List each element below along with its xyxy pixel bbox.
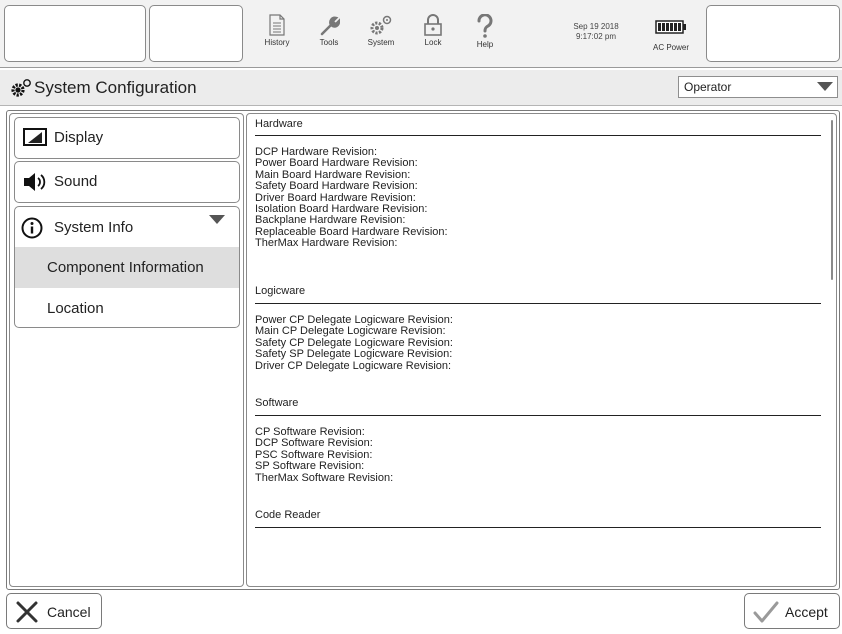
checkmark-icon [753, 601, 779, 623]
logicware-list: Power CP Delegate Logicware Revision: Ma… [255, 314, 453, 372]
nav-system-info-group: System Info Component Information Locati… [14, 206, 240, 328]
gears-icon [11, 79, 31, 97]
section-title-hardware: Hardware [255, 118, 303, 130]
nav-display-label: Display [54, 129, 104, 146]
toolbar-slot-right [706, 5, 840, 62]
accept-label: Accept [785, 604, 828, 620]
help-button[interactable]: Help [462, 14, 508, 60]
hardware-list: DCP Hardware Revision: Power Board Hardw… [255, 146, 448, 250]
date-text: Sep 19 2018 [573, 22, 619, 31]
nav-sound[interactable]: Sound [14, 161, 240, 203]
vertical-scrollbar[interactable] [831, 120, 833, 280]
battery-icon [655, 20, 686, 34]
time-text: 9:17:02 pm [575, 32, 617, 41]
accept-button[interactable]: Accept [744, 593, 840, 629]
cancel-button[interactable]: Cancel [6, 593, 102, 629]
role-select[interactable]: Operator [678, 76, 838, 98]
nav-component-information[interactable]: Component Information [15, 247, 239, 288]
nav-display[interactable]: Display [14, 117, 240, 159]
nav-location[interactable]: Location [15, 288, 239, 327]
page-header: System Configuration Operator [0, 70, 842, 106]
cancel-label: Cancel [47, 604, 91, 620]
info-icon [21, 217, 43, 239]
question-icon [477, 14, 493, 38]
component-info-panel: Hardware DCP Hardware Revision: Power Bo… [246, 113, 837, 587]
section-title-software: Software [255, 397, 299, 409]
chevron-down-icon [209, 215, 225, 224]
lock-label: Lock [424, 38, 442, 47]
list-item: Safety SP Delegate Logicware Revision: [255, 348, 453, 361]
section-divider [255, 303, 821, 304]
nav-sound-label: Sound [54, 173, 98, 190]
section-divider [255, 135, 821, 136]
section-title-logicware: Logicware [255, 285, 306, 297]
power-status: AC Power [646, 20, 696, 52]
wrench-icon [320, 16, 340, 36]
history-icon [269, 14, 285, 36]
tools-label: Tools [319, 38, 339, 47]
top-toolbar: History Tools System Lock Help Sep 19 20… [0, 0, 842, 68]
tools-button[interactable]: Tools [306, 14, 352, 60]
history-button[interactable]: History [254, 14, 300, 60]
date-time-display: Sep 19 2018 9:17:02 pm [560, 22, 632, 42]
chevron-down-icon [817, 82, 833, 91]
speaker-icon [24, 173, 46, 191]
toolbar-slot-left-secondary [149, 5, 243, 62]
lock-icon [424, 14, 442, 36]
settings-nav: Display Sound System Info Component Info… [9, 113, 244, 587]
nav-system-info-label: System Info [54, 219, 134, 236]
list-item: Driver CP Delegate Logicware Revision: [255, 359, 452, 372]
section-divider [255, 415, 821, 416]
section-divider [255, 527, 821, 528]
close-icon [16, 601, 38, 623]
lock-button[interactable]: Lock [410, 14, 456, 60]
role-select-value: Operator [684, 80, 732, 94]
gears-icon [370, 15, 392, 35]
power-label: AC Power [652, 43, 689, 52]
section-title-code-reader: Code Reader [255, 509, 321, 521]
list-item: SP Software Revision: [255, 460, 365, 473]
software-list: CP Software Revision: DCP Software Revis… [255, 426, 394, 484]
list-item: Safety Board Hardware Revision: [255, 180, 418, 193]
toolbar-slot-left [4, 5, 146, 62]
system-label: System [367, 38, 395, 47]
history-label: History [264, 38, 290, 47]
system-button[interactable]: System [358, 14, 404, 60]
list-item: TherMax Software Revision: [255, 471, 394, 484]
page-title: System Configuration [34, 78, 197, 97]
help-label: Help [476, 40, 494, 49]
display-icon [23, 128, 47, 146]
nav-system-info[interactable]: System Info [15, 207, 239, 247]
list-item: TherMax Hardware Revision: [255, 237, 398, 250]
